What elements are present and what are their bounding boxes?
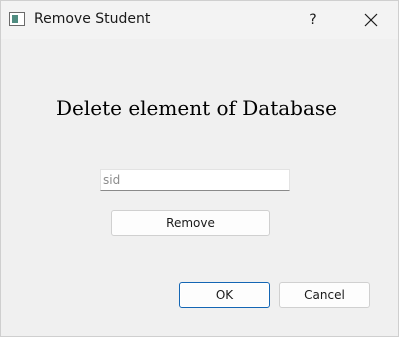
ok-button[interactable]: OK <box>179 282 270 308</box>
close-icon <box>364 13 378 27</box>
title-bar[interactable]: Remove Student ? <box>1 1 398 39</box>
help-button[interactable]: ? <box>291 1 335 39</box>
dialog-window: Remove Student ? Delete element of Datab… <box>0 0 399 337</box>
sid-input[interactable] <box>100 169 290 191</box>
window-title: Remove Student <box>34 11 151 27</box>
close-button[interactable] <box>349 1 393 39</box>
page-title: Delete element of Database <box>55 96 338 120</box>
remove-button[interactable]: Remove <box>111 210 270 236</box>
app-window-icon <box>9 12 25 26</box>
cancel-button[interactable]: Cancel <box>279 282 370 308</box>
